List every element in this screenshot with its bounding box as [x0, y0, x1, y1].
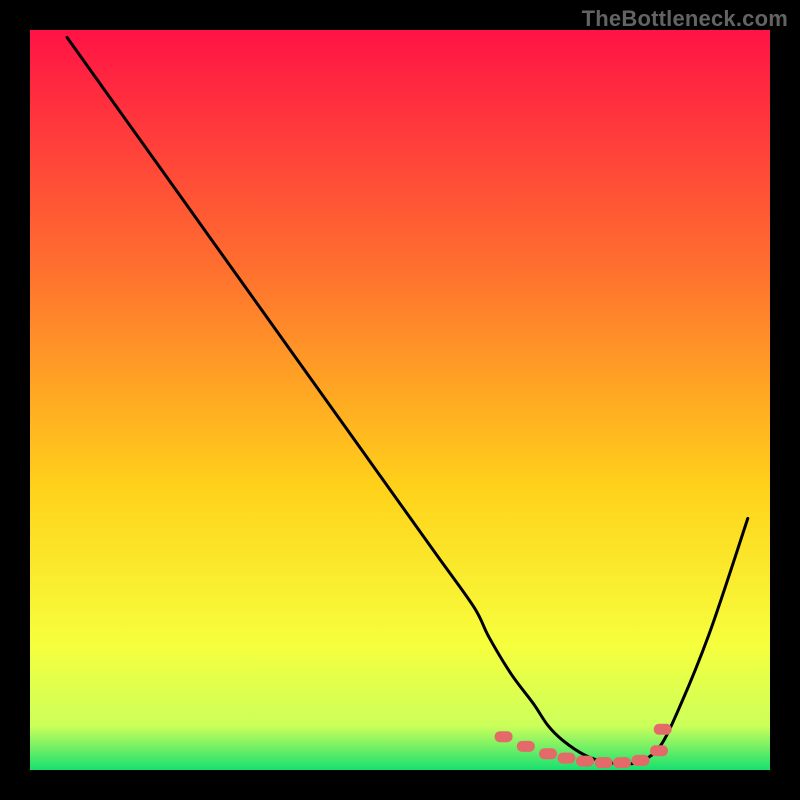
optimal-marker: [595, 757, 613, 768]
optimal-marker: [576, 756, 594, 767]
optimal-marker: [650, 745, 668, 756]
optimal-marker: [495, 731, 513, 742]
optimal-marker: [613, 757, 631, 768]
optimal-marker: [558, 753, 576, 764]
chart-stage: TheBottleneck.com: [0, 0, 800, 800]
optimal-marker: [539, 748, 557, 759]
optimal-marker: [654, 724, 672, 735]
watermark-text: TheBottleneck.com: [582, 6, 788, 32]
bottleneck-chart: [0, 0, 800, 800]
optimal-marker: [517, 741, 535, 752]
optimal-marker: [632, 755, 650, 766]
